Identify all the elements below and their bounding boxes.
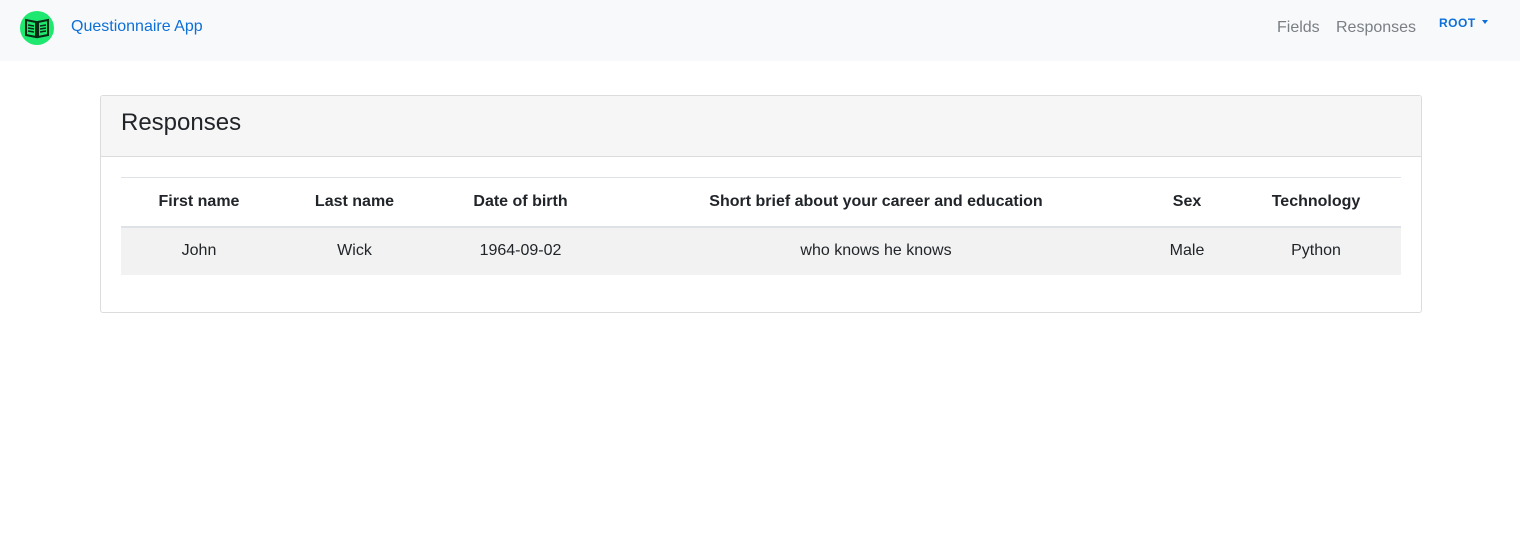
cell-date-of-birth: 1964-09-02: [479, 242, 562, 259]
brand-link[interactable]: Questionnaire App: [71, 17, 203, 37]
cell-technology: Python: [1291, 242, 1341, 259]
cell-last-name: Wick: [337, 242, 372, 259]
responses-table: First name Last name Date of birth Short…: [121, 177, 1401, 275]
top-navbar: Questionnaire App Fields Responses ROOT: [0, 0, 1520, 61]
table-header-row: First name Last name Date of birth Short…: [121, 177, 1401, 228]
user-dropdown[interactable]: ROOT: [1439, 16, 1488, 30]
user-dropdown-label: ROOT: [1439, 16, 1476, 30]
cell-career-brief: who knows he knows: [800, 242, 952, 259]
column-header-date-of-birth: Date of birth: [432, 177, 609, 228]
cell-sex: Male: [1169, 242, 1205, 259]
nav-fields-link[interactable]: Fields: [1277, 18, 1320, 38]
page-title: Responses: [121, 109, 242, 136]
responses-table-wrapper: First name Last name Date of birth Short…: [121, 177, 1401, 275]
column-header-technology: Technology: [1231, 177, 1401, 228]
column-header-career-brief: Short brief about your career and educat…: [609, 177, 1143, 228]
book-icon[interactable]: [20, 11, 54, 45]
cell-first-name: John: [181, 242, 217, 259]
caret-down-icon: [1481, 20, 1488, 24]
column-header-last-name: Last name: [277, 177, 432, 228]
column-header-first-name: First name: [121, 177, 277, 228]
column-header-sex: Sex: [1143, 177, 1231, 228]
nav-responses-link[interactable]: Responses: [1336, 18, 1416, 38]
table-row: John Wick 1964-09-02 who knows he knows …: [121, 226, 1401, 275]
card-header: Responses: [101, 96, 1421, 157]
responses-card: Responses First name Last name Date of b…: [100, 95, 1422, 313]
